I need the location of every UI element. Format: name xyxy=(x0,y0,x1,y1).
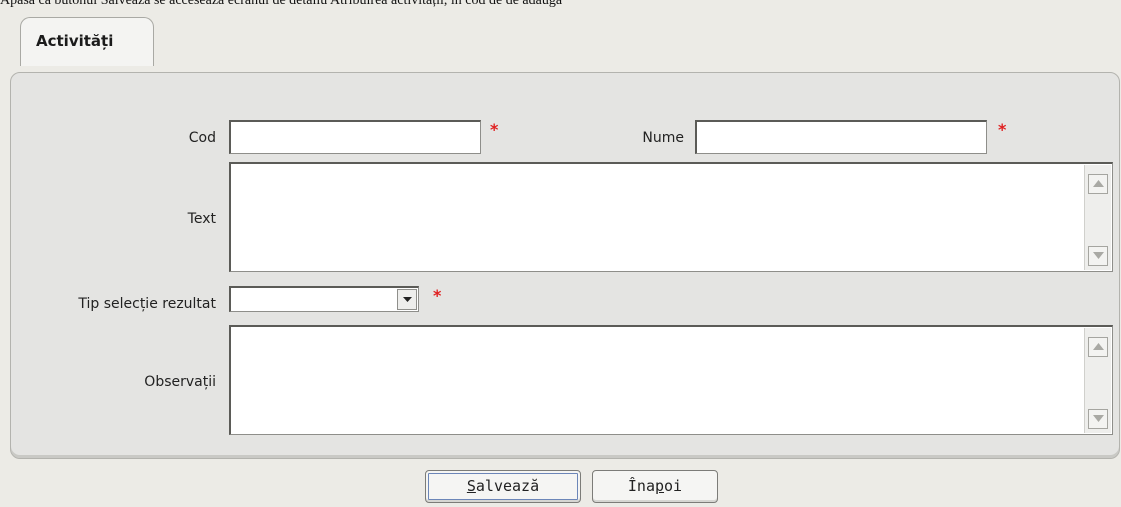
nume-label: Nume xyxy=(642,130,684,146)
scroll-down-button[interactable] xyxy=(1088,246,1108,266)
back-label-pre: Îna xyxy=(627,477,655,495)
observatii-scrollbar[interactable] xyxy=(1084,328,1111,433)
nume-required-star: * xyxy=(998,120,1007,139)
text-label: Text xyxy=(187,211,216,227)
triangle-up-icon xyxy=(1093,343,1104,350)
observatii-textarea[interactable] xyxy=(229,325,1113,435)
cod-input[interactable] xyxy=(229,120,481,154)
tip-selectie-required-star: * xyxy=(433,286,442,305)
triangle-up-icon xyxy=(1093,180,1104,187)
back-mnemonic: p xyxy=(655,477,665,495)
tab-activitati-label: Activități xyxy=(36,32,114,50)
tip-selectie-select[interactable] xyxy=(229,286,419,312)
cod-required-star: * xyxy=(490,120,499,139)
dropdown-button[interactable] xyxy=(397,289,417,310)
save-label: alvează xyxy=(475,477,540,495)
save-mnemonic: S xyxy=(466,477,476,495)
cod-label: Cod xyxy=(188,130,216,146)
text-scrollbar[interactable] xyxy=(1084,165,1111,270)
tip-selectie-label: Tip selecție rezultat xyxy=(78,296,216,312)
instruction-text-clipped: Apăsă că butonul Salvează se accesează e… xyxy=(0,0,563,8)
observatii-label: Observații xyxy=(144,374,216,390)
scroll-up-button[interactable] xyxy=(1088,174,1108,194)
triangle-down-icon xyxy=(1093,415,1104,422)
chevron-down-icon xyxy=(403,297,412,302)
scroll-up-button[interactable] xyxy=(1088,337,1108,357)
scroll-down-button[interactable] xyxy=(1088,409,1108,429)
back-button[interactable]: Înapoi xyxy=(592,470,718,503)
save-button[interactable]: Salvează xyxy=(425,470,581,503)
text-textarea[interactable] xyxy=(229,162,1113,272)
back-label-post: oi xyxy=(664,477,683,495)
nume-input[interactable] xyxy=(695,120,987,154)
triangle-down-icon xyxy=(1093,252,1104,259)
